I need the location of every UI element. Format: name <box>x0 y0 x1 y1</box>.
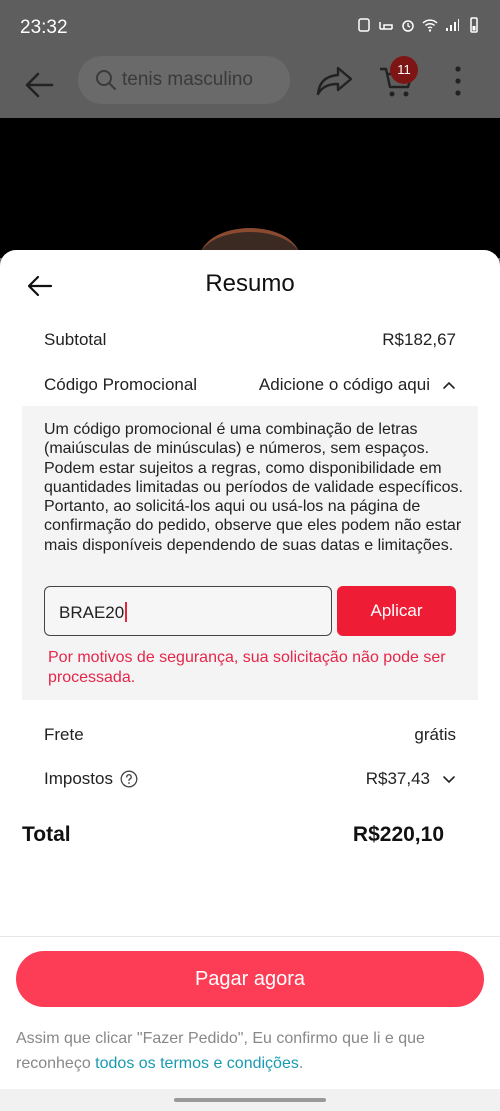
help-question-icon[interactable] <box>120 770 138 788</box>
cart-count-badge: 11 <box>390 56 418 84</box>
apply-button[interactable]: Aplicar <box>337 586 456 636</box>
app-bar: tenis masculino 11 <box>0 56 500 118</box>
promo-code-input[interactable]: BRAE20 <box>44 586 332 636</box>
status-time: 23:32 <box>20 17 68 38</box>
share-icon[interactable] <box>316 64 354 98</box>
shipping-row: Frete grátis <box>44 725 456 745</box>
search-bar[interactable]: tenis masculino <box>78 56 290 104</box>
search-icon <box>96 70 116 90</box>
alarm-icon <box>402 20 414 32</box>
add-promo-code-toggle[interactable]: Adicione o código aqui <box>259 375 456 395</box>
total-row: Total R$220,10 <box>22 823 444 847</box>
terms-notice: Assim que clicar "Fazer Pedido", Eu conf… <box>16 1026 476 1076</box>
taxes-row: Impostos R$37,43 <box>44 769 456 789</box>
signal-icon <box>446 19 459 31</box>
terms-suffix: . <box>298 1055 304 1072</box>
taxes-value: R$37,43 <box>365 769 430 788</box>
promo-error-message: Por motivos de segurança, sua solicitaçã… <box>48 649 446 686</box>
promo-label: Código Promocional <box>44 375 198 394</box>
system-nav-bar <box>0 1089 500 1111</box>
text-cursor <box>125 602 128 622</box>
sheet-title: Resumo <box>205 270 295 297</box>
pay-now-button[interactable]: Pagar agora <box>16 951 484 1007</box>
total-label: Total <box>22 823 71 846</box>
taxes-label: Impostos <box>44 769 113 788</box>
taxes-expand-toggle[interactable]: R$37,43 <box>366 769 456 789</box>
summary-sheet: Resumo Subtotal R$182,67 Código Promocio… <box>0 250 500 1111</box>
shipping-value: grátis <box>414 725 456 744</box>
subtotal-row: Subtotal R$182,67 <box>44 330 456 350</box>
total-value: R$220,10 <box>352 823 444 846</box>
shipping-label: Frete <box>44 725 84 744</box>
chevron-up-icon <box>443 381 455 389</box>
subtotal-value: R$182,67 <box>382 330 456 349</box>
promo-code-panel: Um código promocional é uma combinação d… <box>22 406 478 700</box>
promo-description: Um código promocional é uma combinação d… <box>44 421 463 554</box>
terms-link[interactable]: todos os termos e condições <box>95 1055 299 1072</box>
battery-icon <box>470 17 478 33</box>
add-promo-code-text: Adicione o código aqui <box>258 375 430 394</box>
status-icons <box>356 17 482 33</box>
subtotal-label: Subtotal <box>44 330 107 349</box>
status-bar: 23:32 <box>0 0 500 56</box>
notification-icon <box>358 18 370 32</box>
home-gesture-handle[interactable] <box>174 1098 326 1102</box>
divider <box>0 936 500 937</box>
search-placeholder: tenis masculino <box>122 69 253 90</box>
sleep-mode-icon <box>379 22 393 30</box>
chevron-down-icon <box>443 776 455 784</box>
more-options-icon[interactable] <box>448 64 468 98</box>
back-arrow-icon[interactable] <box>22 68 56 102</box>
wifi-icon <box>422 19 438 32</box>
promo-code-value: BRAE20 <box>59 603 125 622</box>
